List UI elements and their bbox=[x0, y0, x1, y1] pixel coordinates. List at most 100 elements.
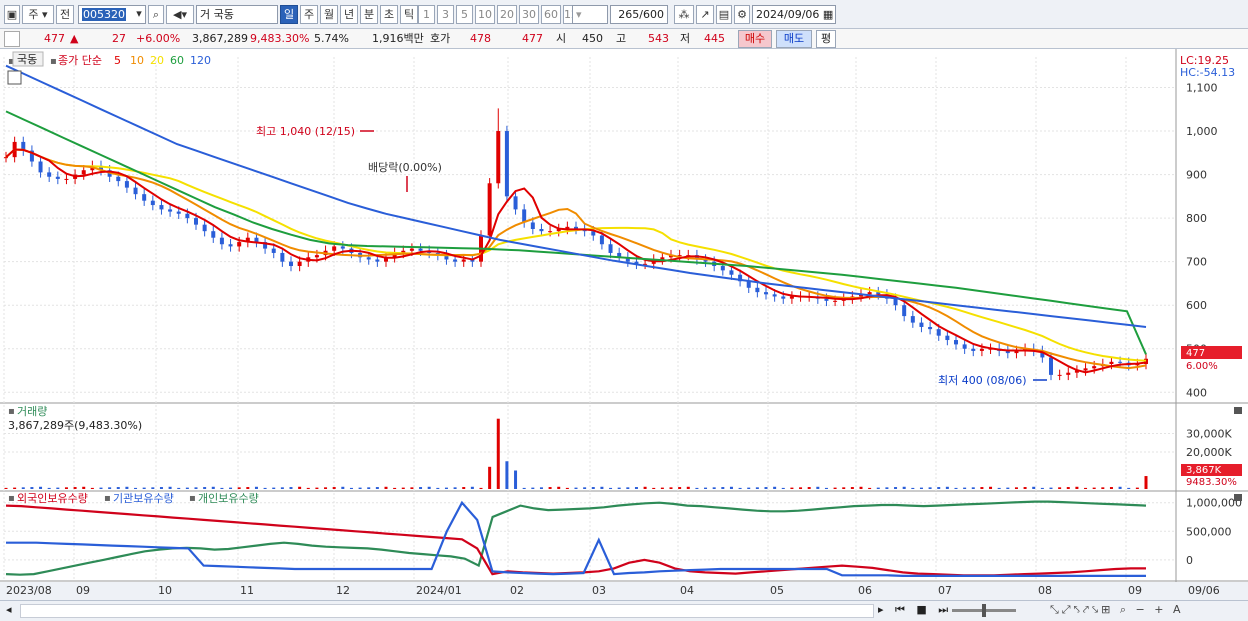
table-icon[interactable] bbox=[7, 70, 22, 85]
volume-bar-102 bbox=[885, 487, 889, 489]
market-select[interactable]: 주 ▾ bbox=[22, 5, 54, 24]
volume-bar-76 bbox=[660, 487, 664, 489]
period-button-3[interactable]: 년 bbox=[340, 5, 358, 24]
period-button-0[interactable]: 일 bbox=[280, 5, 298, 24]
gear-icon[interactable]: ⚙ bbox=[734, 5, 750, 24]
zoom-slider-handle[interactable] bbox=[982, 604, 986, 617]
legend-title[interactable]: 종가 단순 bbox=[58, 54, 102, 67]
volume-bar-11 bbox=[99, 487, 103, 489]
turnover-rate: 5.74% bbox=[314, 32, 349, 45]
indicator-icon[interactable]: ⁂ bbox=[674, 5, 694, 24]
volume-bar-58 bbox=[505, 461, 509, 489]
volume-bar-38 bbox=[332, 487, 336, 489]
candle-body-16 bbox=[142, 194, 147, 201]
x-tick-11: 07 bbox=[938, 584, 952, 597]
volume-bar-79 bbox=[686, 486, 690, 489]
interval-button-20[interactable]: 20 bbox=[497, 5, 517, 24]
interval-button-5[interactable]: 5 bbox=[456, 5, 473, 24]
name-prefix: 거 bbox=[200, 8, 211, 21]
count-max: /600 bbox=[639, 8, 664, 21]
interval-button-60[interactable]: 60 bbox=[541, 5, 561, 24]
volume-bar-118 bbox=[1023, 487, 1027, 489]
volume-bar-51 bbox=[444, 487, 448, 489]
layout-icon[interactable]: ▣ bbox=[4, 5, 20, 24]
candle-body-126 bbox=[1092, 366, 1097, 369]
eval-button[interactable]: 평 bbox=[816, 30, 836, 48]
volume-bar-45 bbox=[393, 487, 397, 489]
volume-readout: 3,867,289주(9,483.30%) bbox=[8, 419, 142, 432]
interval-button-1[interactable]: 1 bbox=[418, 5, 435, 24]
chart-tool-icons[interactable]: ⤡⤢⤣⤤⤥⊞ ⌕ − + A bbox=[1050, 603, 1184, 617]
volume-bar-35 bbox=[306, 487, 310, 489]
period-button-4[interactable]: 분 bbox=[360, 5, 378, 24]
date-field[interactable]: 2024/09/06 ▦ bbox=[752, 5, 836, 24]
period-button-5[interactable]: 초 bbox=[380, 5, 398, 24]
count-field[interactable]: 265/600 bbox=[610, 5, 668, 24]
scroll-bar[interactable]: ◂ ▸ ⏮ ■ ⏭ ⤡⤢⤣⤤⤥⊞ ⌕ − + A bbox=[0, 600, 1248, 621]
candle-body-15 bbox=[133, 187, 138, 195]
volume-bar-4 bbox=[39, 486, 43, 489]
date-value: 2024/09/06 bbox=[756, 8, 820, 21]
count-dropdown[interactable]: ▾ bbox=[572, 5, 608, 24]
interval-button-3[interactable]: 3 bbox=[437, 5, 454, 24]
holdings-maximize-icon[interactable] bbox=[1234, 494, 1242, 501]
scroll-left-icon[interactable]: ◂ bbox=[6, 603, 12, 616]
candle-body-108 bbox=[936, 329, 941, 336]
volume-bar-56 bbox=[488, 466, 492, 489]
volume-bar-24 bbox=[211, 486, 215, 489]
chart-area[interactable]: 4005006007008009001,0001,1002023/0809101… bbox=[0, 49, 1248, 600]
volume-bar-52 bbox=[453, 487, 457, 489]
volume-bar-15 bbox=[134, 487, 138, 489]
candle-body-32 bbox=[280, 252, 285, 262]
calendar-icon[interactable]: ▦ bbox=[823, 8, 833, 21]
volume-bar-85 bbox=[738, 487, 742, 489]
legend-handle-icon: ▪ bbox=[50, 56, 57, 67]
volume-bar-125 bbox=[1084, 487, 1088, 489]
candle-body-104 bbox=[902, 305, 907, 317]
x-tick-7: 03 bbox=[592, 584, 606, 597]
draw-icon[interactable]: ↗ bbox=[696, 5, 714, 24]
volume-last-pct: 9483.30% bbox=[1186, 477, 1237, 488]
volume-title[interactable]: 거래량 bbox=[17, 405, 47, 418]
holdings-tick-2: 0 bbox=[1186, 554, 1193, 567]
period-button-6[interactable]: 틱 bbox=[400, 5, 418, 24]
volume-bar-84 bbox=[729, 486, 733, 489]
x-tick-13: 09 bbox=[1128, 584, 1142, 597]
volume-bar-57 bbox=[496, 418, 500, 489]
save-icon[interactable]: ▤ bbox=[716, 5, 732, 24]
scroll-track[interactable] bbox=[20, 604, 874, 618]
chevron-down-icon[interactable]: ▾ bbox=[132, 5, 146, 24]
volume-last-value: 3,867K bbox=[1186, 465, 1222, 476]
period-button-2[interactable]: 월 bbox=[320, 5, 338, 24]
interval-button-10[interactable]: 10 bbox=[475, 5, 495, 24]
volume-maximize-icon[interactable] bbox=[1234, 407, 1242, 414]
speaker-icon[interactable]: ◀▾ bbox=[166, 5, 194, 24]
current-price: 477 bbox=[44, 32, 65, 45]
volume-bar-112 bbox=[971, 487, 975, 489]
high-price: 543 bbox=[648, 32, 669, 45]
buy-button[interactable]: 매수 bbox=[738, 30, 772, 48]
interval-button-30[interactable]: 30 bbox=[519, 5, 539, 24]
period-button-1[interactable]: 주 bbox=[300, 5, 318, 24]
search-icon[interactable]: ⌕ bbox=[148, 5, 164, 24]
volume-bar-53 bbox=[462, 487, 466, 489]
volume-bar-104 bbox=[902, 486, 906, 489]
candle-body-90 bbox=[781, 296, 786, 299]
quote-menu-icon[interactable] bbox=[4, 31, 20, 47]
candle-body-18 bbox=[159, 205, 164, 210]
volume-handle-icon[interactable]: ▪ bbox=[8, 406, 15, 417]
candle-body-107 bbox=[928, 326, 933, 330]
volume-bar-70 bbox=[609, 487, 613, 489]
sell-button[interactable]: 매도 bbox=[776, 30, 812, 48]
price-tick-700: 700 bbox=[1186, 256, 1207, 269]
candle-body-34 bbox=[297, 261, 302, 267]
volume-bar-41 bbox=[358, 487, 362, 489]
playback-controls[interactable]: ▸ ⏮ ■ ⏭ bbox=[878, 603, 952, 617]
ma-legend-10: 10 bbox=[130, 54, 144, 67]
stock-name-field[interactable]: 거 국동 bbox=[196, 5, 278, 24]
x-tick-1: 09 bbox=[76, 584, 90, 597]
candle-body-5 bbox=[47, 172, 52, 177]
volume-bar-18 bbox=[159, 487, 163, 489]
volume-bar-65 bbox=[565, 487, 569, 489]
prev-button[interactable]: 전 bbox=[56, 5, 74, 24]
